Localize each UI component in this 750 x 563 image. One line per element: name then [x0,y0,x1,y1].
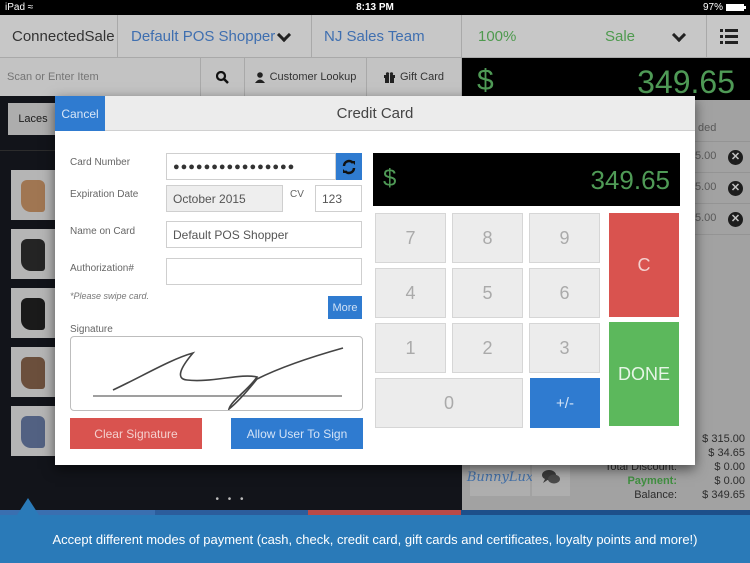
caption-pointer [17,498,39,515]
battery-percent: 97% [702,2,723,13]
card-number-label: Card Number [70,157,131,168]
gift-card-label: Gift Card [399,71,444,83]
chevron-down-icon [276,27,292,43]
keypad-8[interactable]: 8 [452,213,523,263]
payment-amount-display: $ 349.65 [373,153,680,206]
keypad-4[interactable]: 4 [375,268,446,318]
authorization-label: Authorization# [70,263,134,274]
gift-icon [383,71,395,83]
scan-item-input[interactable] [0,71,190,83]
keypad-done-button[interactable]: DONE [609,322,679,426]
user-icon [254,71,265,83]
mode-selector[interactable]: 100% Sale [462,15,707,58]
payment-amount: 349.65 [590,165,670,195]
customer-selector[interactable]: Default POS Shopper [118,15,312,58]
credit-card-dialog: Credit Card Cancel Card Number Expiratio… [55,96,695,465]
expiration-label: Expiration Date [70,189,139,200]
more-button[interactable]: More [328,296,362,319]
card-number-input[interactable] [166,153,336,180]
currency-symbol: $ [477,64,494,97]
battery-status: 97% [702,2,746,13]
percent-label: 100% [478,28,517,45]
clock: 8:13 PM [356,2,394,13]
page-indicator[interactable]: • • • [0,494,462,505]
dialog-title: Credit Card [336,105,414,122]
swipe-hint: *Please swipe card. [70,291,150,301]
customer-name: Default POS Shopper [131,28,276,45]
expiration-date-input[interactable] [166,185,283,212]
keypad-clear-button[interactable]: C [609,213,679,317]
dialog-header: Credit Card Cancel [55,96,695,131]
keypad-5[interactable]: 5 [452,268,523,318]
list-menu-icon [719,29,738,44]
keypad-7[interactable]: 7 [375,213,446,263]
keypad-plus-minus[interactable]: +/- [530,378,600,428]
cv-input[interactable] [315,185,362,212]
keypad-6[interactable]: 6 [529,268,600,318]
feature-caption: Accept different modes of payment (cash,… [0,515,750,563]
battery-fill [727,5,743,10]
name-on-card-label: Name on Card [70,226,136,237]
battery-icon [726,4,746,11]
menu-button[interactable] [707,15,750,58]
authorization-input[interactable] [166,258,362,285]
keypad-1[interactable]: 1 [375,323,446,373]
keypad-2[interactable]: 2 [452,323,523,373]
sale-total-display: $ 349.65 [462,58,750,100]
search-icon [216,70,229,84]
action-toolbar: Customer Lookup Gift Card [0,58,462,96]
customer-lookup-label: Customer Lookup [269,71,357,83]
app-name: ConnectedSale [0,15,118,58]
allow-user-to-sign-button[interactable]: Allow User To Sign [231,418,363,449]
currency-symbol: $ [383,165,397,192]
ios-status-bar: iPad ≈ 8:13 PM 97% [0,0,750,15]
cancel-button[interactable]: Cancel [55,96,105,131]
refresh-card-button[interactable] [336,153,362,180]
chevron-down-icon [671,27,687,43]
gift-card-button[interactable]: Gift Card [367,58,462,96]
signature-drawing [93,347,344,412]
keypad-9[interactable]: 9 [529,213,600,263]
mode-label: Sale [605,28,636,45]
app-header: ConnectedSale Default POS Shopper NJ Sal… [0,15,750,58]
signature-pad[interactable] [70,336,363,412]
keypad-3[interactable]: 3 [529,323,600,373]
scan-field-container [0,58,201,96]
clear-signature-button[interactable]: Clear Signature [70,418,202,449]
team-selector[interactable]: NJ Sales Team [312,15,462,58]
search-button[interactable] [201,58,245,96]
signature-label: Signature [70,324,113,335]
name-on-card-input[interactable] [166,221,362,248]
refresh-icon [342,159,356,174]
keypad-0[interactable]: 0 [375,378,523,428]
cv-label: CV [290,189,304,200]
customer-lookup-button[interactable]: Customer Lookup [245,58,367,96]
